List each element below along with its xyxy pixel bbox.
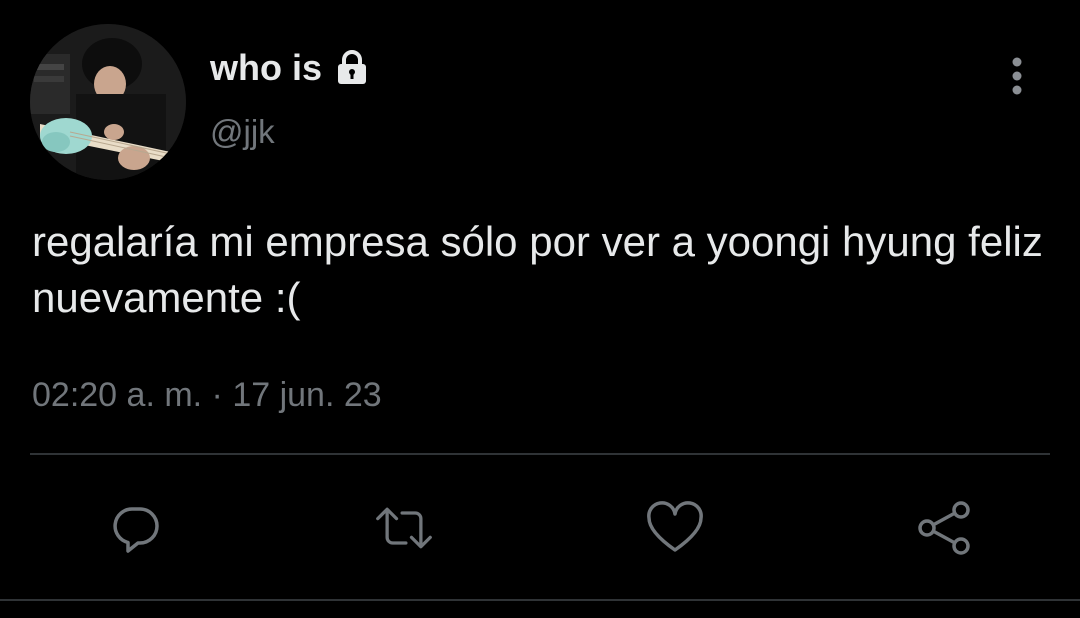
avatar[interactable] (30, 24, 186, 180)
retweet-icon (376, 507, 432, 549)
share-icon (918, 501, 970, 555)
more-options-icon[interactable] (1000, 54, 1034, 98)
user-handle[interactable]: @jjk (210, 112, 275, 152)
tweet-timestamp[interactable]: 02:20 a. m. · 17 jun. 23 (32, 373, 382, 417)
bottom-divider (0, 599, 1080, 601)
share-button[interactable] (914, 498, 974, 558)
tweet-text: regalaría mi empresa sólo por ver a yoon… (32, 218, 1043, 321)
lock-icon (332, 48, 372, 88)
avatar-photo (30, 24, 186, 180)
display-name[interactable]: who is (210, 46, 372, 90)
reply-icon (113, 507, 159, 553)
display-name-text: who is (210, 47, 323, 88)
divider (30, 453, 1050, 455)
reply-button[interactable] (106, 498, 166, 558)
like-icon (647, 501, 703, 552)
like-button[interactable] (645, 498, 705, 558)
retweet-button[interactable] (374, 498, 434, 558)
